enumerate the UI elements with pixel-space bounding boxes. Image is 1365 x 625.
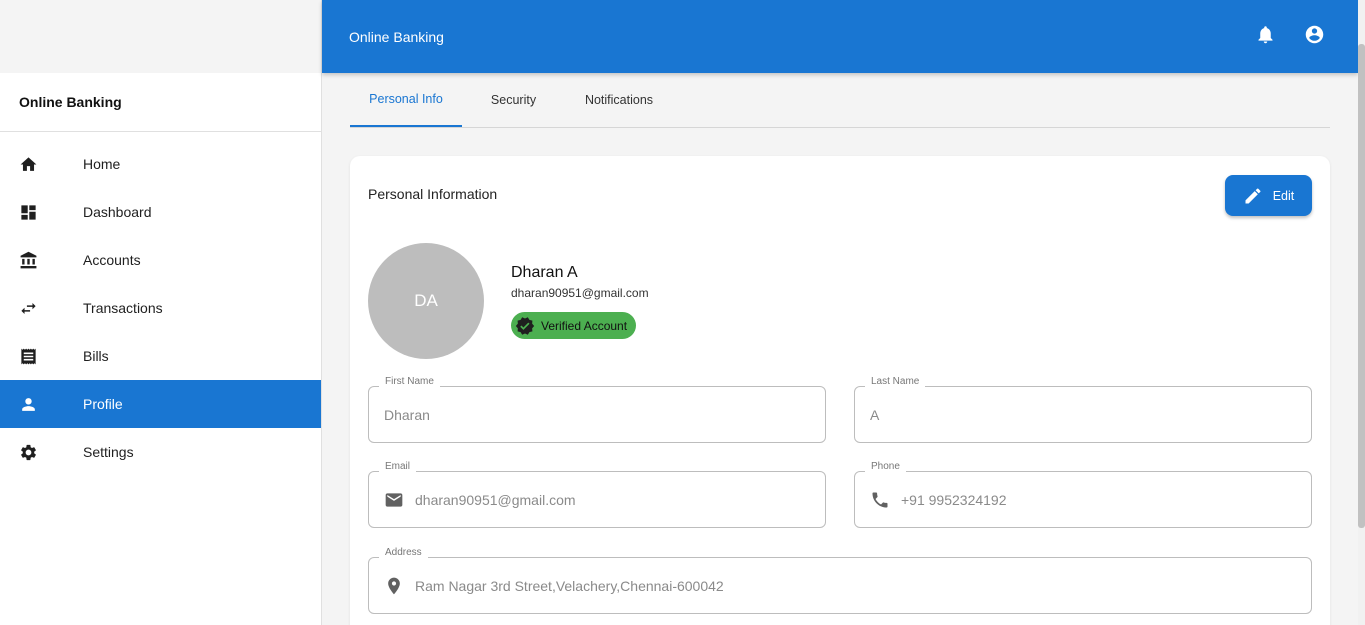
tab-security[interactable]: Security	[462, 73, 565, 127]
location-pin-icon	[388, 577, 400, 594]
email-value: dharan90951@gmail.com	[415, 491, 576, 508]
sidebar-item-label: Transactions	[83, 300, 163, 316]
email-field[interactable]: Email dharan90951@gmail.com	[368, 461, 826, 528]
avatar: DA	[368, 243, 484, 359]
pencil-icon	[1245, 187, 1261, 203]
last-name-value: A	[870, 406, 880, 423]
sidebar-item-accounts[interactable]: Accounts	[0, 236, 321, 284]
mail-icon	[385, 492, 403, 507]
verified-check-icon	[515, 316, 535, 335]
person-icon	[0, 395, 83, 414]
dashboard-icon	[0, 203, 83, 222]
first-name-value: Dharan	[384, 406, 430, 423]
address-value: Ram Nagar 3rd Street,Velachery,Chennai-6…	[415, 577, 724, 594]
profile-name: Dharan A	[511, 264, 578, 281]
sidebar-spacer	[0, 0, 321, 73]
scrollbar-thumb[interactable]	[1358, 44, 1365, 528]
email-label: Email	[379, 461, 417, 472]
sidebar-item-label: Profile	[83, 396, 123, 412]
card-title: Personal Information	[368, 186, 498, 202]
verified-badge-label: Verified Account	[541, 318, 628, 333]
edit-button-label: Edit	[1272, 188, 1295, 203]
sidebar-item-settings[interactable]: Settings	[0, 428, 321, 476]
header-title: Online Banking	[349, 28, 444, 45]
sidebar-item-profile[interactable]: Profile	[0, 380, 321, 428]
phone-field[interactable]: Phone +91 9952324192	[854, 461, 1312, 528]
sidebar-item-transactions[interactable]: Transactions	[0, 284, 321, 332]
profile-tabs: Personal Info Security Notifications	[350, 73, 1330, 128]
app-header: Online Banking	[322, 0, 1358, 73]
sidebar-item-label: Accounts	[83, 252, 141, 268]
personal-info-card: Personal Information Edit DA Dharan A dh…	[350, 156, 1330, 625]
edit-button[interactable]: Edit	[1225, 175, 1312, 216]
home-icon	[0, 155, 83, 174]
sidebar-item-label: Dashboard	[83, 204, 152, 220]
receipt-icon	[0, 347, 83, 366]
sidebar: Online Banking Home Dashboard Accounts T…	[0, 0, 322, 625]
gear-icon	[0, 443, 83, 462]
last-name-label: Last Name	[865, 376, 926, 387]
address-field[interactable]: Address Ram Nagar 3rd Street,Velachery,C…	[368, 547, 1312, 614]
scrollbar[interactable]	[1358, 0, 1365, 625]
address-label: Address	[379, 547, 428, 558]
first-name-field[interactable]: First Name Dharan	[368, 376, 826, 443]
account-circle-icon[interactable]	[1304, 24, 1325, 45]
bell-icon[interactable]	[1255, 24, 1276, 45]
sidebar-title: Online Banking	[0, 73, 321, 132]
sidebar-item-bills[interactable]: Bills	[0, 332, 321, 380]
phone-label: Phone	[865, 461, 906, 472]
profile-email: dharan90951@gmail.com	[511, 286, 649, 300]
phone-icon	[872, 492, 888, 507]
header-actions	[1255, 24, 1325, 45]
tab-personal-info[interactable]: Personal Info	[350, 73, 462, 127]
verified-badge: Verified Account	[511, 312, 637, 339]
swap-icon	[0, 299, 83, 318]
first-name-label: First Name	[379, 376, 440, 387]
sidebar-nav: Home Dashboard Accounts Transactions Bil…	[0, 132, 321, 476]
sidebar-item-label: Settings	[83, 444, 134, 460]
bank-icon	[0, 251, 83, 270]
last-name-field[interactable]: Last Name A	[854, 376, 1312, 443]
sidebar-item-label: Home	[83, 156, 121, 172]
sidebar-item-home[interactable]: Home	[0, 140, 321, 188]
sidebar-item-label: Bills	[83, 348, 109, 364]
sidebar-item-dashboard[interactable]: Dashboard	[0, 188, 321, 236]
tab-notifications[interactable]: Notifications	[565, 73, 673, 127]
phone-value: +91 9952324192	[901, 491, 1007, 508]
